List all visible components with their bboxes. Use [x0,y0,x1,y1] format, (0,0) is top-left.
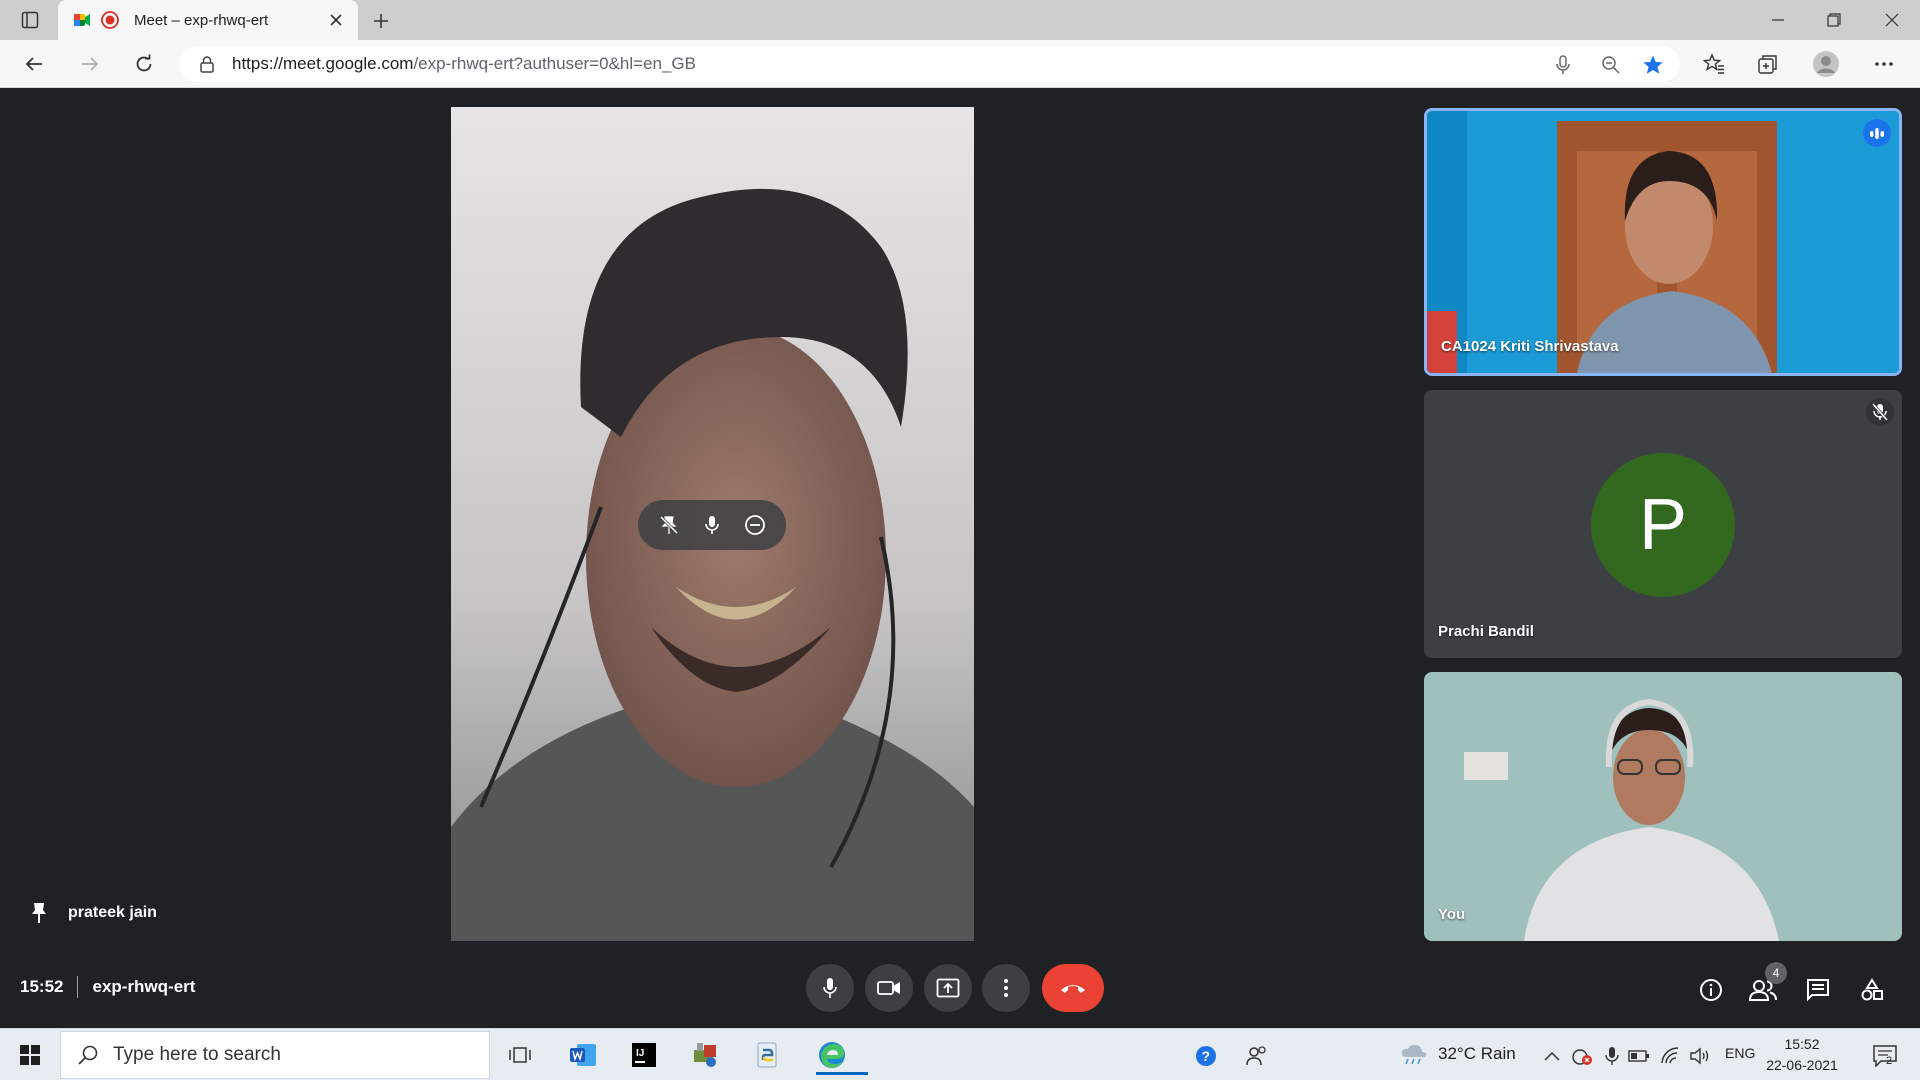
active-app-indicator [816,1072,868,1075]
weather-cloud-rain-icon [1400,1043,1428,1065]
participant-tile-prachi[interactable]: P Prachi Bandil [1424,390,1902,658]
tab-title: Meet – exp-rhwq-ert [134,11,269,29]
divider [77,976,79,998]
participant-tile-kriti[interactable]: CA1024 Kriti Shrivastava [1424,108,1902,376]
mute-participant-icon[interactable] [696,509,728,541]
meeting-time: 15:52 [20,977,64,996]
svg-text:?: ? [1202,1048,1211,1064]
microphone-button[interactable] [806,964,854,1012]
participant-name: You [1438,906,1466,923]
muted-mic-icon [1866,398,1894,426]
chat-icon[interactable] [1800,972,1836,1008]
volume-icon[interactable] [1690,1045,1712,1067]
close-window-icon[interactable] [1864,0,1920,40]
speaking-indicator-icon [1863,119,1891,147]
meeting-details-icon[interactable] [1693,972,1729,1008]
microphone-in-use-icon[interactable] [1552,54,1574,76]
activities-icon[interactable] [1854,972,1890,1008]
system-clock[interactable]: 15:52 22-06-2021 [1766,1034,1838,1076]
browser-tab-meet[interactable]: Meet – exp-rhwq-ert [58,0,358,40]
more-options-icon[interactable] [1868,48,1900,80]
python-icon[interactable] [748,1035,788,1075]
word-icon[interactable] [563,1035,603,1075]
chevron-up-icon[interactable] [1541,1045,1563,1067]
lock-icon[interactable] [198,55,216,73]
more-options-button[interactable] [982,964,1030,1012]
search-placeholder: Type here to search [113,1044,281,1065]
back-icon[interactable] [18,48,50,80]
clock-date: 22-06-2021 [1766,1057,1838,1073]
weather-widget[interactable]: 32°C Rain [1400,1043,1516,1065]
leave-call-button[interactable] [1042,964,1104,1012]
tile-hover-controls [638,500,786,550]
input-language[interactable]: ENG [1725,1045,1755,1061]
people-count-badge: 4 [1765,962,1787,984]
collections-icon[interactable] [1752,48,1784,80]
taskbar-search-box[interactable]: Type here to search [60,1031,490,1079]
microphone-tray-icon[interactable] [1601,1045,1623,1067]
windows-start-icon[interactable] [10,1035,50,1075]
app-icon[interactable] [686,1035,726,1075]
unpin-icon[interactable] [653,509,685,541]
profile-avatar-icon[interactable] [1810,48,1842,80]
people-tray-icon[interactable] [1246,1045,1268,1067]
network-error-icon[interactable] [1571,1045,1593,1067]
intellij-icon[interactable]: IJ [624,1035,664,1075]
battery-icon[interactable] [1628,1045,1650,1067]
search-icon [77,1044,99,1066]
camera-button[interactable] [865,964,913,1012]
video-frame-self [1424,672,1902,941]
url-host: https://meet.google.com [232,54,414,73]
pinned-participant-name: prateek jain [68,904,157,921]
favorites-icon[interactable] [1698,48,1730,80]
minimize-icon[interactable] [1750,0,1806,40]
close-tab-icon[interactable] [326,10,346,30]
refresh-icon[interactable] [128,48,160,80]
browser-toolbar: https://meet.google.com/exp-rhwq-ert?aut… [0,40,1920,88]
pinned-participant-label: prateek jain [30,902,157,924]
edge-icon[interactable] [812,1035,868,1075]
url-path: /exp-rhwq-ert?authuser=0&hl=en_GB [413,54,696,73]
participant-name: CA1024 Kriti Shrivastava [1441,338,1619,355]
meet-control-bar: 15:52 exp-rhwq-ert 4 [0,942,1920,1028]
favorite-star-icon[interactable] [1642,54,1664,76]
svg-text:IJ: IJ [636,1048,644,1059]
help-icon[interactable]: ? [1195,1045,1217,1067]
wifi-icon[interactable] [1660,1045,1682,1067]
participant-name: Prachi Bandil [1438,623,1534,640]
browser-tab-strip: Meet – exp-rhwq-ert [0,0,1920,40]
new-tab-icon[interactable] [368,8,394,34]
remove-tile-icon[interactable] [739,509,771,541]
forward-icon[interactable] [74,48,106,80]
video-frame-kriti [1427,111,1899,373]
restore-icon[interactable] [1806,0,1862,40]
windows-taskbar: Type here to search IJ ? 32°C Rain ENG 1… [0,1028,1920,1080]
participant-tile-you[interactable]: You [1424,672,1902,941]
recording-icon [100,10,120,30]
google-meet-favicon-icon [72,10,92,30]
present-screen-button[interactable] [924,964,972,1012]
zoom-out-icon[interactable] [1600,54,1622,76]
url-text[interactable]: https://meet.google.com/exp-rhwq-ert?aut… [232,54,696,74]
notification-center-icon[interactable] [1868,1039,1902,1073]
task-view-icon[interactable] [500,1035,540,1075]
weather-text: 32°C Rain [1438,1044,1516,1063]
meeting-code: exp-rhwq-ert [92,977,196,996]
notification-count: 2 [1886,1055,1893,1067]
tab-actions-icon[interactable] [14,8,46,32]
address-bar[interactable]: https://meet.google.com/exp-rhwq-ert?aut… [180,46,1680,82]
clock-time: 15:52 [1784,1036,1820,1052]
pin-icon [30,902,48,924]
participant-avatar: P [1591,453,1735,597]
meet-stage: prateek jain CA1024 Kriti Shrivastava P … [0,88,1920,1028]
meeting-details: 15:52 exp-rhwq-ert [20,976,195,998]
